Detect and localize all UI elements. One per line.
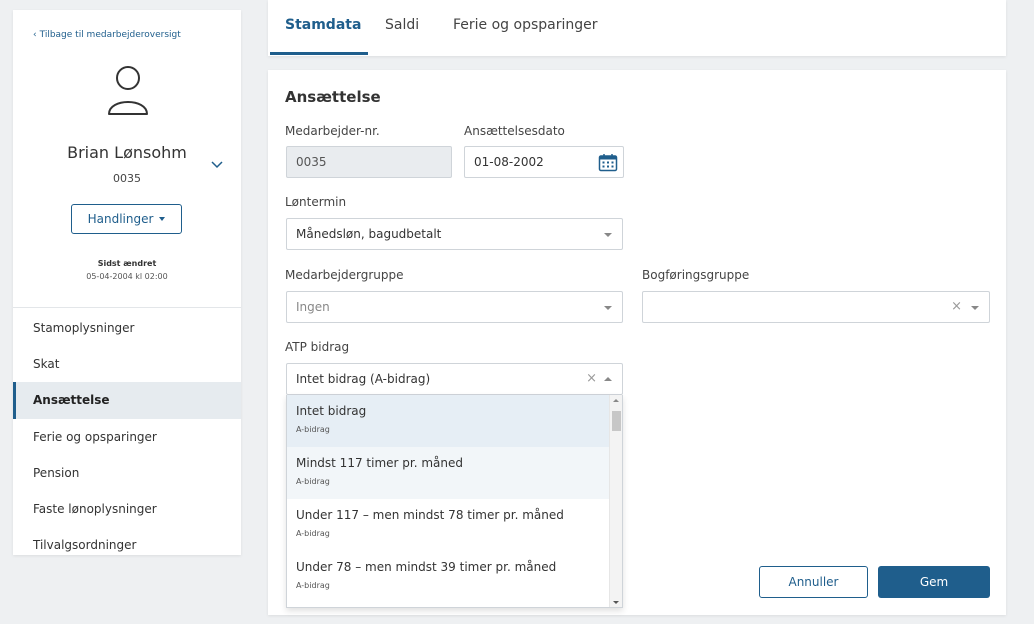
calendar-icon[interactable] [598, 153, 618, 172]
dropdown-option[interactable]: Intet bidrag A-bidrag [287, 395, 622, 447]
active-tab-indicator [270, 52, 368, 55]
accounting-group-select[interactable]: × [642, 291, 990, 323]
sidebar-item-pension[interactable]: Pension [13, 455, 241, 491]
tab-bar: Stamdata Saldi Ferie og opsparinger [268, 0, 1006, 56]
sidebar-item-faste-loenoplysninger[interactable]: Faste lønoplysninger [13, 491, 241, 527]
chevron-down-icon[interactable] [210, 160, 224, 170]
employee-no-field: 0035 [286, 146, 452, 178]
chevron-down-icon [971, 306, 979, 310]
option-subtitle: A-bidrag [296, 425, 330, 434]
option-title: Intet bidrag [296, 404, 367, 418]
pay-period-select[interactable]: Månedsløn, bagudbetalt [286, 218, 623, 250]
back-link-label: Tilbage til medarbejderoversigt [39, 30, 181, 40]
chevron-down-icon [604, 233, 612, 237]
atp-label: ATP bidrag [285, 340, 350, 354]
tab-stamdata[interactable]: Stamdata [285, 17, 361, 33]
back-to-employees-link[interactable]: ‹ Tilbage til medarbejderoversigt [33, 30, 181, 40]
hire-date-label: Ansættelsesdato [464, 124, 565, 138]
option-subtitle: A-bidrag [296, 477, 330, 486]
employment-panel: Ansættelse Medarbejder-nr. 0035 Ansættel… [268, 70, 1006, 615]
user-avatar-icon [108, 66, 148, 115]
chevron-down-icon [604, 306, 612, 310]
actions-button[interactable]: Handlinger [71, 204, 182, 234]
dropdown-scrollbar[interactable] [609, 395, 622, 607]
scroll-up-icon[interactable] [613, 399, 619, 402]
dropdown-option[interactable]: Under 117 – men mindst 78 timer pr. måne… [287, 499, 622, 551]
tab-saldi[interactable]: Saldi [385, 17, 419, 33]
clear-icon[interactable]: × [951, 299, 962, 314]
option-title: Under 117 – men mindst 78 timer pr. måne… [296, 508, 564, 522]
scroll-down-icon[interactable] [613, 601, 619, 604]
employee-group-label: Medarbejdergruppe [285, 268, 404, 282]
tab-ferie-og-opsparinger[interactable]: Ferie og opsparinger [453, 17, 598, 33]
sidebar-item-ansaettelse[interactable]: Ansættelse [13, 382, 241, 419]
last-changed-value: 05-04-2004 kl 02:00 [86, 272, 168, 281]
chevron-left-icon: ‹ [33, 30, 37, 40]
employee-no-label: Medarbejder-nr. [285, 124, 380, 138]
save-button[interactable]: Gem [878, 566, 990, 598]
atp-select[interactable]: Intet bidrag (A-bidrag) × [286, 363, 623, 395]
employee-group-select[interactable]: Ingen [286, 291, 623, 323]
last-changed-label: Sidst ændret [97, 259, 157, 268]
chevron-up-icon [604, 377, 612, 381]
hire-date-value: 01-08-2002 [474, 155, 544, 169]
atp-value: Intet bidrag (A-bidrag) [296, 372, 431, 386]
sidebar-divider [13, 307, 241, 308]
sidebar-item-skat[interactable]: Skat [13, 346, 241, 382]
sidebar-item-tilvalgsordninger[interactable]: Tilvalgsordninger [13, 527, 241, 563]
caret-down-icon [159, 217, 166, 221]
accounting-group-label: Bogføringsgruppe [642, 268, 750, 282]
section-title: Ansættelse [285, 88, 381, 106]
actions-button-label: Handlinger [87, 212, 154, 226]
pay-period-label: Løntermin [285, 195, 347, 209]
employee-group-placeholder: Ingen [296, 300, 330, 314]
hire-date-field[interactable]: 01-08-2002 [464, 146, 624, 178]
employee-name: Brian Lønsohm [67, 143, 187, 162]
scroll-thumb[interactable] [612, 411, 621, 431]
option-title: Under 78 – men mindst 39 timer pr. måned [296, 560, 557, 574]
option-subtitle: A-bidrag [296, 581, 330, 590]
sidebar-item-stamoplysninger[interactable]: Stamoplysninger [13, 310, 241, 346]
option-subtitle: A-bidrag [296, 529, 330, 538]
sidebar-nav: Stamoplysninger Skat Ansættelse Ferie og… [13, 310, 241, 563]
atp-dropdown-list: Intet bidrag A-bidrag Mindst 117 timer p… [286, 395, 623, 608]
pay-period-value: Månedsløn, bagudbetalt [296, 227, 442, 241]
clear-icon[interactable]: × [586, 371, 597, 386]
cancel-button[interactable]: Annuller [759, 566, 868, 598]
employee-no-value: 0035 [296, 155, 327, 169]
employee-number: 0035 [113, 172, 141, 185]
dropdown-option[interactable]: Under 78 – men mindst 39 timer pr. måned… [287, 551, 622, 603]
sidebar-item-ferie-og-opsparinger[interactable]: Ferie og opsparinger [13, 419, 241, 455]
dropdown-option[interactable]: Mindst 117 timer pr. måned A-bidrag [287, 447, 622, 499]
option-title: Mindst 117 timer pr. måned [296, 456, 463, 470]
employee-sidebar: ‹ Tilbage til medarbejderoversigt Brian L… [13, 10, 241, 555]
